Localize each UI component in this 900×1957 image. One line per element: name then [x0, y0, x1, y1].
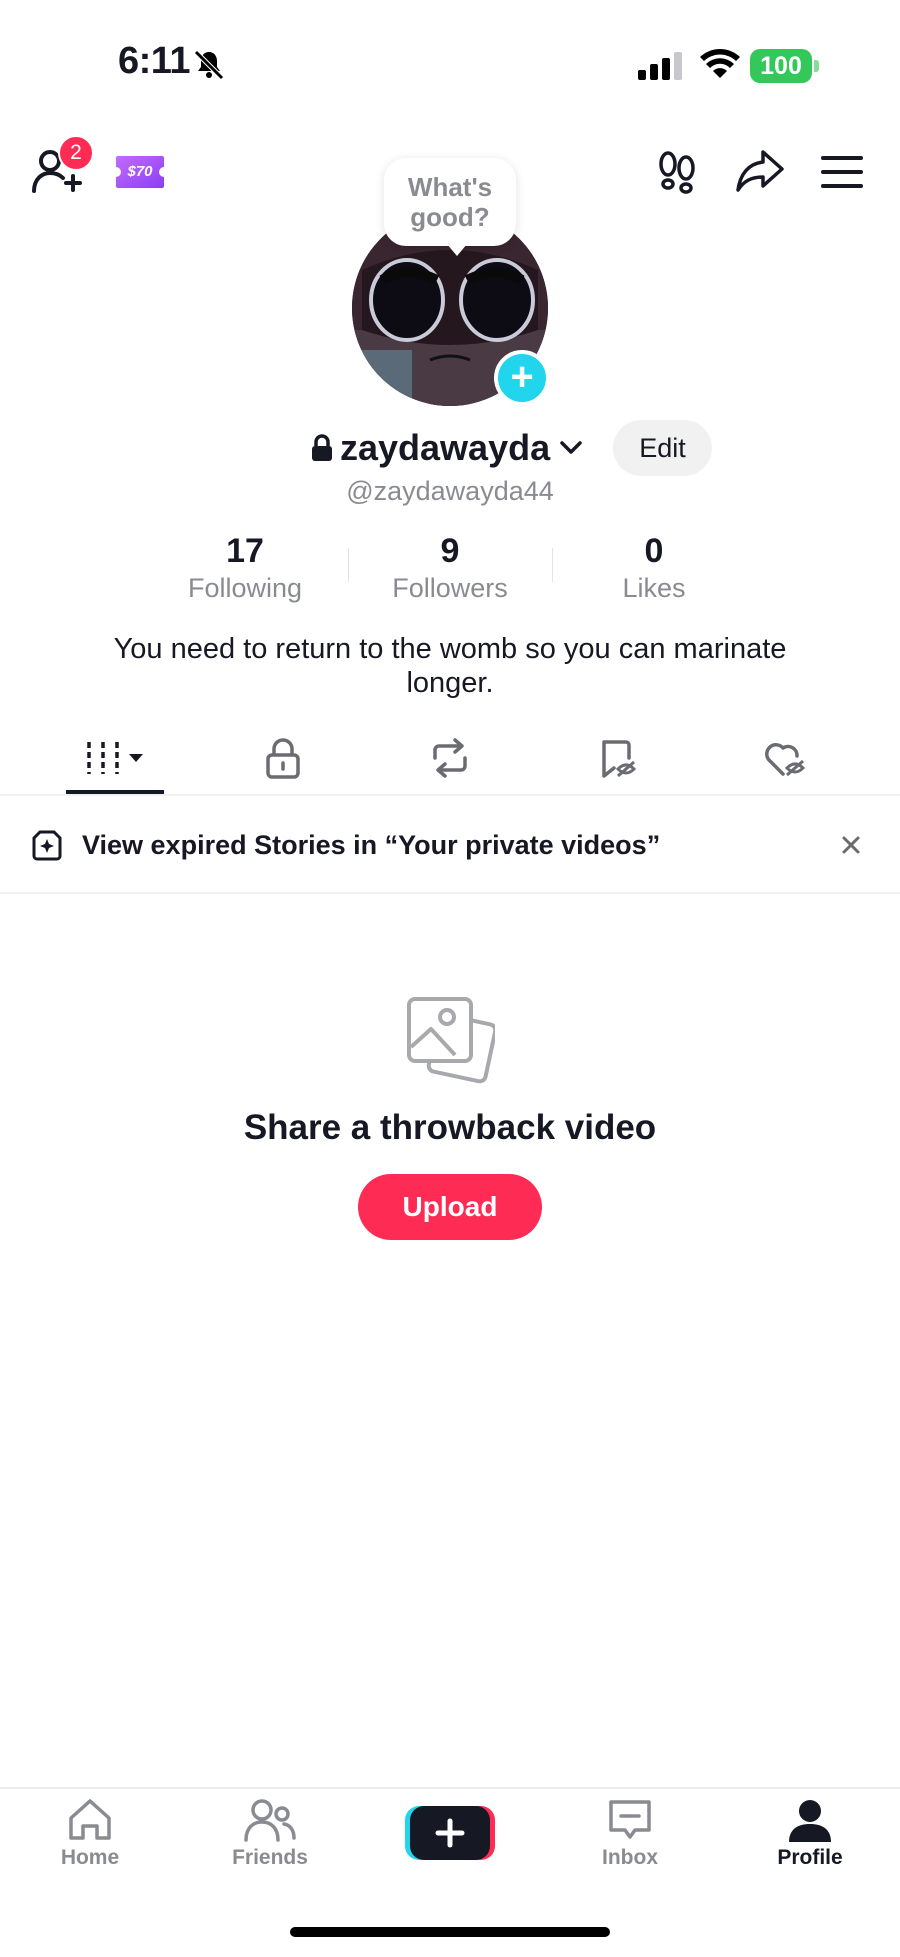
nav-label: Friends — [232, 1846, 308, 1869]
friend-requests-badge: 2 — [58, 135, 94, 171]
empty-state-title: Share a throwback video — [243, 1108, 657, 1147]
stat-value: 9 — [440, 532, 460, 570]
avatar-note-bubble[interactable]: What's good? — [384, 158, 516, 246]
stat-label: Following — [187, 573, 303, 603]
photos-icon — [407, 997, 495, 1084]
upload-button[interactable]: Upload — [358, 1174, 542, 1240]
tab-private[interactable] — [233, 728, 333, 788]
wifi-icon — [700, 49, 740, 78]
bell-muted-icon — [194, 50, 224, 80]
lock-icon — [266, 738, 300, 779]
footprints-icon[interactable] — [654, 148, 700, 194]
stat-label: Likes — [622, 573, 686, 603]
create-icon[interactable] — [405, 1804, 495, 1862]
user-handle: @zaydawayda44 — [346, 476, 554, 506]
home-indicator — [290, 1927, 610, 1937]
battery-level: 100 — [750, 49, 812, 83]
tab-reposts[interactable] — [400, 728, 500, 788]
tab-favorites[interactable] — [568, 728, 668, 788]
close-icon[interactable] — [836, 830, 866, 860]
repost-icon — [433, 738, 467, 778]
edit-profile-button[interactable]: Edit — [613, 420, 712, 476]
coupon-label: $70 — [127, 163, 153, 180]
stat-followers[interactable]: 9 Followers — [360, 530, 540, 604]
stat-label: Followers — [392, 573, 508, 603]
inbox-icon — [609, 1800, 651, 1839]
cellular-signal-icon — [638, 52, 682, 80]
bookmark-hidden-icon — [602, 740, 637, 778]
private-lock-icon — [312, 434, 332, 461]
friends-icon — [244, 1799, 296, 1842]
battery-tip — [814, 60, 819, 72]
profile-bio: You need to return to the womb so you ca… — [113, 633, 787, 699]
battery-indicator: 100 — [750, 49, 820, 83]
profile-icon — [789, 1800, 831, 1842]
nav-friends[interactable]: Friends — [205, 1796, 335, 1870]
nav-inbox[interactable]: Inbox — [565, 1796, 695, 1870]
stat-value: 17 — [226, 532, 264, 570]
tab-videos[interactable] — [66, 728, 166, 788]
chevron-down-icon — [560, 441, 582, 454]
username-row[interactable]: zaydawayda — [310, 424, 584, 472]
nav-profile[interactable]: Profile — [745, 1796, 875, 1870]
stat-divider — [552, 548, 553, 582]
heart-hidden-icon — [765, 743, 806, 777]
stat-likes[interactable]: 0 Likes — [564, 530, 744, 604]
nav-label: Home — [60, 1846, 120, 1869]
grid-columns-icon — [87, 742, 143, 774]
home-icon — [69, 1799, 111, 1840]
stat-divider — [348, 548, 349, 582]
stat-value: 0 — [644, 532, 664, 570]
banner-text: View expired Stories in “Your private vi… — [82, 830, 661, 860]
banner-divider — [0, 892, 900, 894]
add-story-plus-icon[interactable]: + — [494, 350, 550, 406]
share-icon[interactable] — [735, 148, 785, 194]
story-sparkle-icon — [32, 830, 62, 861]
bubble-tail — [447, 244, 467, 256]
menu-icon[interactable] — [820, 152, 864, 192]
status-time: 6:11 — [118, 40, 190, 82]
nav-divider — [0, 1787, 900, 1789]
nav-label: Profile — [777, 1846, 843, 1869]
username: zaydawayda — [340, 427, 551, 468]
nav-label: Inbox — [602, 1846, 658, 1869]
nav-home[interactable]: Home — [25, 1796, 155, 1870]
stat-following[interactable]: 17 Following — [155, 530, 335, 604]
tab-liked[interactable] — [735, 728, 835, 788]
